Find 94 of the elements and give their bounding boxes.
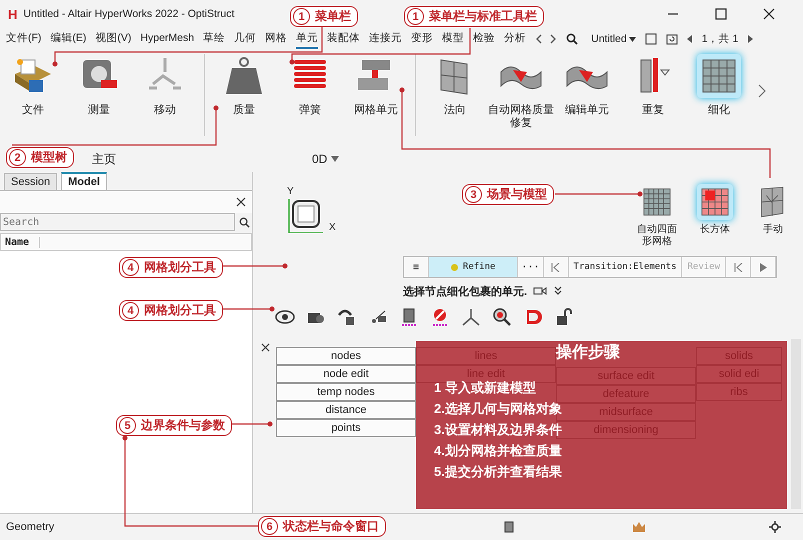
ribbon-tool[interactable]: 重复 [620,54,686,130]
browser-tab[interactable]: Model [61,172,107,190]
video-icon[interactable] [533,286,548,296]
callout-label: 1 菜单栏 [290,6,358,27]
maximize-icon[interactable] [715,8,727,20]
panel-button[interactable]: distance [276,401,416,419]
menu-item[interactable]: 连接元 [369,29,402,49]
ribbon-tool[interactable]: 质量 [211,54,277,118]
search-icon [239,216,250,228]
caret-icon[interactable] [628,36,636,42]
back-forward-icon[interactable] [535,33,558,45]
ribbon-tool[interactable]: 法向 [422,54,488,130]
settings-icon[interactable] [769,521,781,533]
ribbon-tool[interactable]: 编辑单元 [554,54,620,130]
document-dropdown[interactable]: Untitled [591,33,636,45]
callout-label: 6 状态栏与命令窗口 [258,516,386,537]
close-icon[interactable] [763,8,775,20]
app-logo: H [8,6,18,22]
ribbon-tool[interactable]: 网格单元 [343,54,409,118]
mesh-tool[interactable]: 长方体 [691,184,739,248]
axis-label: Y [287,186,295,197]
menu-item[interactable]: 草绘 [203,29,226,49]
lock-icon[interactable] [554,307,574,327]
callout-label: 4 网格划分工具 [119,257,223,278]
panel-button[interactable]: nodes [276,347,416,365]
ribbon-tool[interactable]: 文件 [0,54,66,118]
cube-color-icon[interactable] [399,307,419,327]
ribbon-tool[interactable]: 自动网格质量修复 [488,54,554,130]
step-text: 2.选择几何与网格对象 [434,400,562,418]
menu-item[interactable]: 视图(V) [95,29,132,49]
double-chevron-icon[interactable] [553,286,564,296]
menu-item[interactable]: 网格 [265,29,288,49]
menu-item[interactable]: 检验 [473,29,496,49]
leader-line [232,422,272,426]
menu-item[interactable]: 文件(F) [6,29,42,49]
prompt-text: 选择节点细化包裹的单元. [403,284,528,298]
axes-icon[interactable] [461,307,481,327]
magnifier-icon[interactable] [492,307,512,327]
search-field[interactable]: Search [0,213,235,231]
menu-item[interactable]: 装配体 [327,29,360,49]
callout-label: 5 边界条件与参数 [116,415,232,436]
callout-label: 1 菜单栏与标准工具栏 [404,6,544,27]
menu-item[interactable]: 单元 [296,29,318,49]
ribbon-tool[interactable]: 移动 [132,54,198,118]
axis-label: X [329,222,336,233]
ribbon-tool[interactable]: 测量 [66,54,132,118]
rotate-icon[interactable] [337,307,357,327]
view-mode-dropdown[interactable]: 0D [312,152,340,166]
menu-item[interactable]: 编辑(E) [50,29,86,49]
callout-label: 3 场景与模型 [462,184,554,205]
panel-button[interactable]: node edit [276,365,416,383]
previous-icon[interactable] [686,35,693,43]
window-icon[interactable] [644,33,657,45]
status-text: Geometry [6,521,54,533]
callout-label: 4 网格划分工具 [119,300,223,321]
close-icon[interactable] [236,197,246,207]
refresh-page-icon[interactable] [666,33,678,45]
menu-item[interactable]: 分析 [504,29,526,49]
tool-tab[interactable]: Refine [429,257,518,277]
mesh-tool[interactable]: 自动四面形网格 [633,184,681,248]
no-color-icon[interactable] [430,307,450,327]
ribbon-tool[interactable]: 弹簧 [277,54,343,118]
chevron-right-icon[interactable] [758,84,766,98]
skip-back-icon[interactable] [551,262,560,272]
search-icon[interactable] [566,33,578,45]
caret-icon[interactable] [331,156,340,162]
window-title: Untitled - Altair HyperWorks 2022 - OptiStruct [23,8,234,20]
next-icon[interactable] [747,35,754,43]
close-icon[interactable] [261,343,270,352]
skip-back-icon[interactable] [734,262,742,272]
step-text: 1 导入或新建模型 [434,379,536,397]
mesh-tool[interactable]: 手动 [749,184,797,248]
home-tab[interactable]: 主页 [92,150,116,168]
menu-item[interactable]: 模型 [442,29,464,49]
overlay-heading: 操作步骤 [556,343,620,363]
callout-label: 2 模型树 [6,147,74,168]
crown-icon[interactable] [632,521,646,533]
tool-tab[interactable]: Transition:Elements [568,257,682,277]
step-text: 4.划分网格并检查质量 [434,442,562,460]
menu-item[interactable]: HyperMesh [140,30,194,48]
step-text: 5.提交分析并查看结果 [434,463,562,481]
ribbon-tool[interactable]: 细化 [686,54,752,130]
column-header[interactable]: Name [1,236,40,248]
browser-tab[interactable]: Session [4,173,58,190]
panel-button[interactable]: points [276,419,416,437]
cube-icon[interactable] [504,521,514,533]
menu-item[interactable]: 几何 [234,29,256,49]
menu-item[interactable]: 变形 [411,29,434,49]
play-icon[interactable] [759,262,767,272]
view-cube-icon[interactable] [287,197,323,233]
step-text: 3.设置材料及边界条件 [434,421,562,439]
panel-button[interactable]: temp nodes [276,383,416,401]
toolbar-button[interactable]: ··· [518,257,544,277]
page-indicator: 1，共 1 [702,32,738,46]
